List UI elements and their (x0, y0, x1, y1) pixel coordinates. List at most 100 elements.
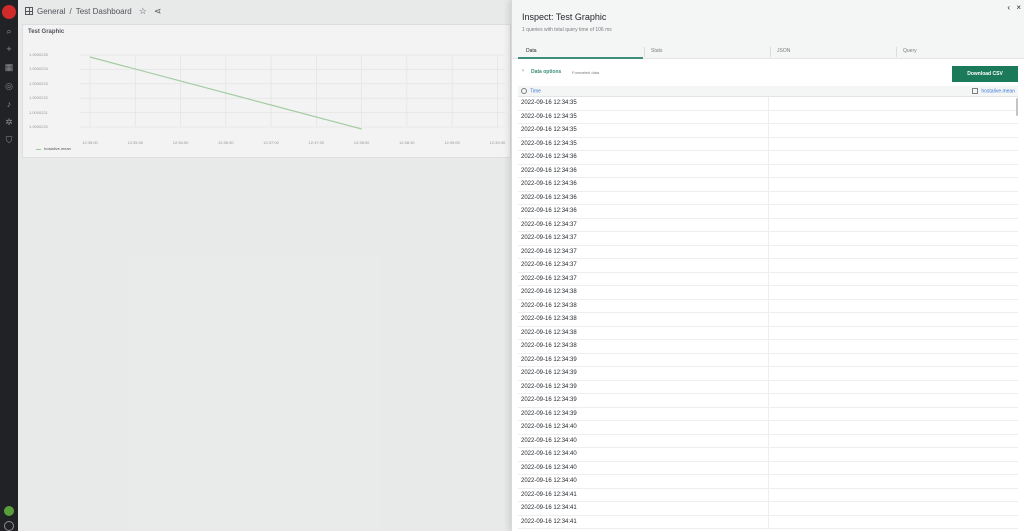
table-scrollbar[interactable] (1016, 98, 1018, 116)
table-row[interactable]: 2022-09-16 12:34:38 (518, 313, 1018, 327)
cell-time: 2022-09-16 12:34:39 (521, 370, 577, 376)
breadcrumb-folder[interactable]: General (37, 7, 65, 16)
table-row[interactable]: 2022-09-16 12:34:39 (518, 367, 1018, 381)
cell-time: 2022-09-16 12:34:41 (521, 505, 577, 511)
column-header-value[interactable]: hostalive.mean (972, 88, 1015, 94)
clock-icon (521, 88, 527, 94)
table-row[interactable]: 2022-09-16 12:34:35 (518, 110, 1018, 124)
table-row[interactable]: 2022-09-16 12:34:37 (518, 245, 1018, 259)
cell-time: 2022-09-16 12:34:39 (521, 356, 577, 363)
download-csv-button[interactable]: Download CSV (952, 66, 1018, 82)
table-row[interactable]: 2022-09-16 12:34:36 (518, 164, 1018, 178)
chevron-right-icon[interactable]: › (522, 68, 524, 74)
shield-icon[interactable]: ⛉ (4, 135, 14, 145)
table-row[interactable]: 2022-09-16 12:34:36 (518, 205, 1018, 219)
x-tick-label: 12:36:30 (218, 140, 234, 145)
table-row[interactable]: 2022-09-16 12:34:35 (518, 137, 1018, 151)
table-row[interactable]: 2022-09-16 12:34:36 (518, 191, 1018, 205)
cell-value (768, 461, 769, 474)
tab-query[interactable]: Query (903, 48, 917, 54)
avatar[interactable] (4, 506, 14, 516)
cell-value (768, 110, 769, 123)
table-row[interactable]: 2022-09-16 12:34:40 (518, 421, 1018, 435)
table-row[interactable]: 2022-09-16 12:34:39 (518, 407, 1018, 421)
table-row[interactable]: 2022-09-16 12:34:39 (518, 394, 1018, 408)
dashboards-icon[interactable]: ▦ (4, 62, 14, 72)
table-row[interactable]: 2022-09-16 12:34:40 (518, 461, 1018, 475)
table-header: Time hostalive.mean (518, 86, 1018, 97)
apps-grid-icon (25, 7, 33, 15)
cell-time: 2022-09-16 12:34:35 (521, 140, 577, 147)
grafana-logo-icon[interactable] (2, 5, 16, 19)
cell-value (768, 232, 769, 245)
alerting-icon[interactable]: ♪ (4, 99, 14, 109)
search-icon[interactable]: ⌕ (4, 26, 14, 36)
x-tick-label: 12:38:00 (353, 140, 370, 145)
help-icon[interactable] (4, 521, 14, 531)
explore-icon[interactable]: ◎ (4, 81, 14, 91)
cell-time: 2022-09-16 12:34:39 (521, 383, 577, 390)
table-row[interactable]: 2022-09-16 12:34:37 (518, 218, 1018, 232)
table-row[interactable]: 2022-09-16 12:34:41 (518, 488, 1018, 502)
cell-time: 2022-09-16 12:34:39 (521, 410, 577, 417)
cell-value (768, 191, 769, 204)
formatted-data-label: Formatted data (572, 70, 600, 75)
column-header-time[interactable]: Time (521, 88, 541, 94)
inspect-drawer: Inspect: Test Graphic 1 queries with tot… (511, 0, 1024, 531)
table-row[interactable]: 2022-09-16 12:34:35 (518, 97, 1018, 111)
graph-panel[interactable]: Test Graphic 1.0000225 1.0000224 1.0000223… (22, 24, 511, 158)
data-options-row: › Data options Formatted data Download C… (512, 62, 1024, 84)
cell-value (768, 259, 769, 272)
chevron-left-icon[interactable]: ‹ (1007, 3, 1010, 12)
calculator-icon (972, 88, 979, 94)
tab-data[interactable]: Data (526, 48, 537, 54)
table-row[interactable]: 2022-09-16 12:34:41 (518, 502, 1018, 516)
cell-value (768, 394, 769, 407)
table-row[interactable]: 2022-09-16 12:34:39 (518, 353, 1018, 367)
cell-time: 2022-09-16 12:34:38 (521, 302, 577, 309)
table-row[interactable]: 2022-09-16 12:34:35 (518, 124, 1018, 138)
table-row[interactable]: 2022-09-16 12:34:40 (518, 434, 1018, 448)
table-row[interactable]: 2022-09-16 12:34:40 (518, 475, 1018, 489)
cell-time: 2022-09-16 12:34:38 (521, 289, 577, 295)
table-row[interactable]: 2022-09-16 12:34:38 (518, 299, 1018, 313)
close-icon[interactable]: × (1016, 3, 1021, 12)
cell-value (768, 286, 769, 299)
table-row[interactable]: 2022-09-16 12:34:38 (518, 326, 1018, 340)
star-icon[interactable]: ☆ (139, 6, 147, 17)
table-row[interactable]: 2022-09-16 12:34:37 (518, 232, 1018, 246)
table-row[interactable]: 2022-09-16 12:34:39 (518, 380, 1018, 394)
y-tick-label: 1.0000225 (29, 52, 48, 57)
cell-time: 2022-09-16 12:34:35 (521, 100, 577, 106)
cell-value (768, 448, 769, 461)
line-chart (80, 54, 505, 130)
tab-divider (644, 47, 645, 57)
table-row[interactable]: 2022-09-16 12:34:37 (518, 259, 1018, 273)
table-row[interactable]: 2022-09-16 12:34:41 (518, 515, 1018, 529)
cell-time: 2022-09-16 12:34:41 (521, 491, 577, 498)
legend-swatch (36, 149, 41, 150)
cell-time: 2022-09-16 12:34:36 (521, 167, 577, 174)
cell-value (768, 272, 769, 285)
dashboard-nav: General / Test Dashboard ☆ ⋖ (18, 0, 511, 22)
table-row[interactable]: 2022-09-16 12:34:38 (518, 340, 1018, 354)
tab-stats[interactable]: Stats (651, 48, 662, 54)
table-row[interactable]: 2022-09-16 12:34:38 (518, 286, 1018, 300)
breadcrumb-dashboard[interactable]: Test Dashboard (76, 7, 132, 16)
y-tick-label: 1.0000224 (29, 66, 48, 72)
data-options-toggle[interactable]: Data options (531, 69, 561, 75)
column-header-time-label: Time (530, 88, 541, 95)
share-icon[interactable]: ⋖ (154, 6, 162, 17)
tab-divider (770, 47, 771, 57)
table-row[interactable]: 2022-09-16 12:34:36 (518, 178, 1018, 192)
table-row[interactable]: 2022-09-16 12:34:36 (518, 151, 1018, 165)
legend-label[interactable]: hostalive.mean (44, 146, 71, 151)
table-row[interactable]: 2022-09-16 12:34:37 (518, 272, 1018, 286)
plus-icon[interactable]: + (4, 44, 14, 54)
table-row[interactable]: 2022-09-16 12:34:40 (518, 448, 1018, 462)
tab-json[interactable]: JSON (777, 48, 790, 54)
x-tick-label: 12:39:00 (444, 140, 460, 145)
cell-value (768, 313, 769, 326)
configuration-icon[interactable]: ✲ (4, 117, 14, 127)
data-table-body[interactable]: 2022-09-16 12:34:35 2022-09-16 12:34:35 20… (518, 97, 1018, 531)
